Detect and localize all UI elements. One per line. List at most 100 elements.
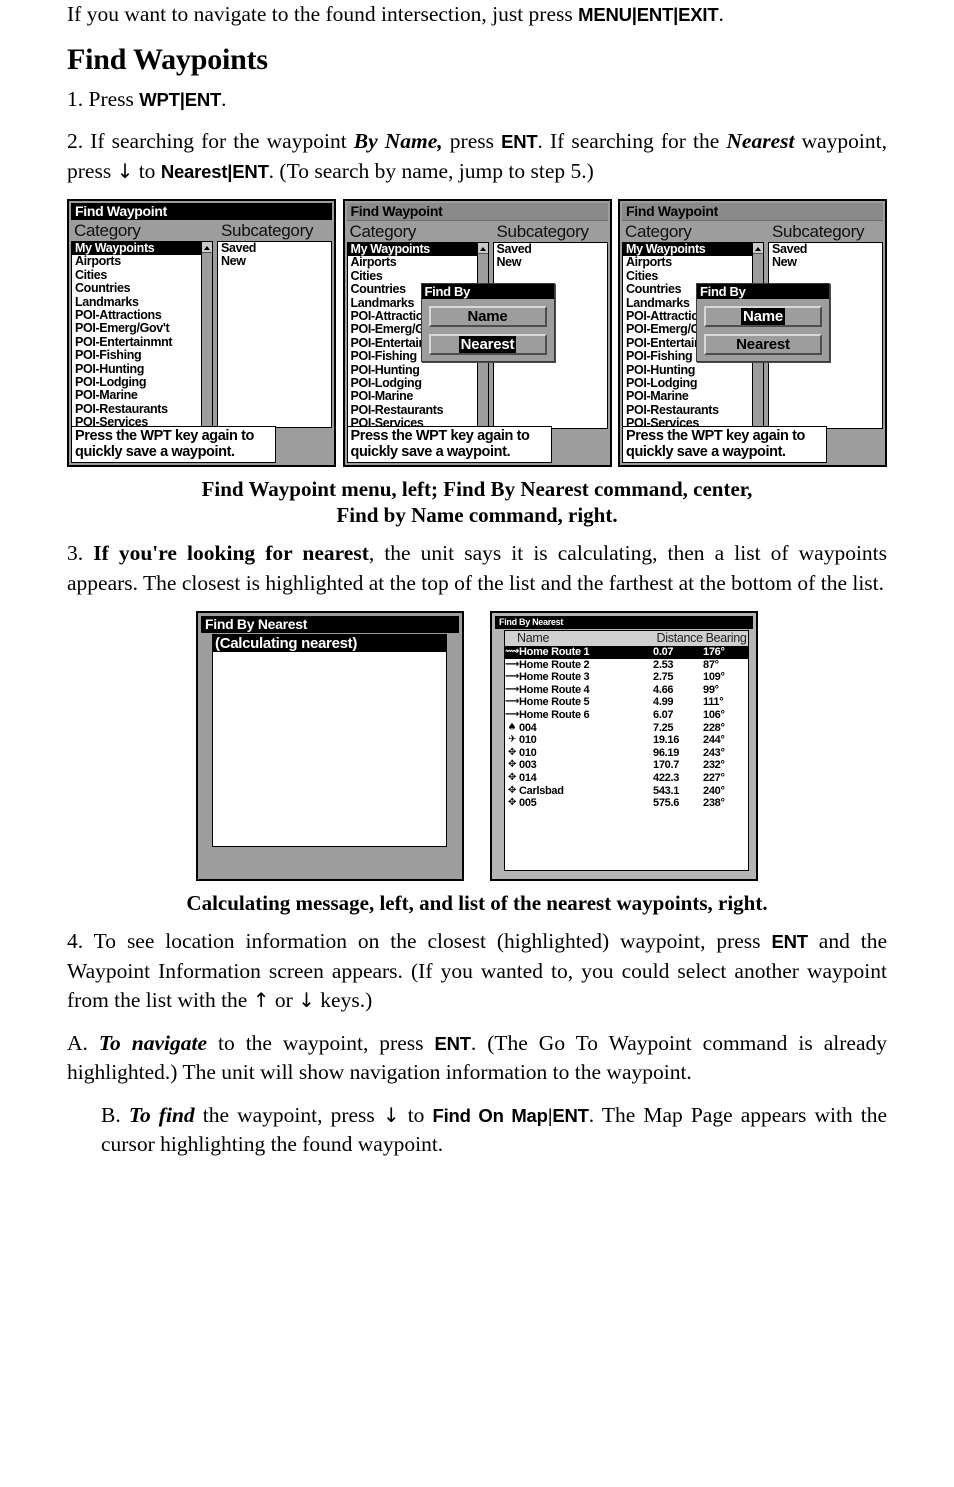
route-icon: ⟶ <box>504 696 520 708</box>
category-item[interactable]: Cities <box>623 269 763 283</box>
waypoint-distance: 422.3 <box>653 771 680 784</box>
category-item[interactable]: POI-Marine <box>623 390 763 404</box>
category-item[interactable]: POI-Marine <box>72 389 212 403</box>
table-row[interactable]: ⟶ Home Route 3 2.75 109° <box>505 671 748 684</box>
category-item[interactable]: POI-Marine <box>348 390 488 404</box>
route-icon: ⟶ <box>504 671 520 683</box>
step-3-number: 3. <box>67 541 94 565</box>
category-item[interactable]: POI-Emerg/Gov't <box>72 322 212 336</box>
category-item[interactable]: POI-Hunting <box>348 363 488 377</box>
tip-box: Press the WPT key again to quickly save … <box>71 426 276 463</box>
subcategory-items: Saved New <box>769 243 882 270</box>
table-row[interactable]: ✥ 005 575.6 238° <box>505 797 748 810</box>
table-row[interactable]: ♠ 004 7.25 228° <box>505 722 748 735</box>
key-ent: ENT <box>552 1104 589 1126</box>
category-item[interactable]: POI-Hunting <box>623 363 763 377</box>
waypoint-name: 003 <box>519 759 537 772</box>
category-item[interactable]: POI-Restaurants <box>348 403 488 417</box>
calculating-message: (Calculating nearest) <box>213 635 446 652</box>
route-icon: ⟶ <box>504 658 520 670</box>
category-item[interactable]: Cities <box>72 268 212 282</box>
find-by-name-button[interactable]: Name <box>704 306 822 327</box>
find-by-name-button[interactable]: Name <box>428 306 547 327</box>
key-combo-menu-ent-exit: MENU|ENT|EXIT <box>578 4 719 25</box>
intro-text-after: . <box>718 2 724 26</box>
list-panes: My Waypoints Airports Cities Countries L… <box>71 241 332 428</box>
gps-screenshot-find-by-name: Find Waypoint Category Subcategory My Wa… <box>618 199 887 467</box>
waypoint-name: Home Route 3 <box>519 671 590 684</box>
category-item[interactable]: Cities <box>348 269 488 283</box>
emphasis-to-navigate: To navigate <box>98 1030 208 1055</box>
down-arrow-icon: ↓ <box>382 1102 400 1127</box>
step-1-suffix: . <box>221 86 227 111</box>
subcategory-items: Saved New <box>494 243 607 270</box>
category-item[interactable]: POI-Lodging <box>72 375 212 389</box>
step-1-prefix: 1. Press <box>67 86 140 111</box>
waypoint-distance: 4.66 <box>653 683 674 696</box>
step-4-text-4: keys.) <box>314 988 373 1012</box>
table-row[interactable]: ⟿ Home Route 1 0.07 176° <box>505 646 748 659</box>
category-item-selected[interactable]: My Waypoints <box>347 243 488 257</box>
table-row[interactable]: ⟶ Home Route 6 6.07 106° <box>505 709 748 722</box>
category-scrollbar[interactable] <box>201 242 212 427</box>
subcategory-item[interactable]: New <box>769 255 882 269</box>
tip-line-2: quickly save a waypoint. <box>350 444 511 460</box>
waypoint-bearing: 99° <box>703 683 719 696</box>
nearest-list-headers: Name Distance Bearing <box>505 631 748 646</box>
category-item[interactable]: Landmarks <box>72 295 212 309</box>
category-item[interactable]: POI-Lodging <box>348 376 488 390</box>
category-item[interactable]: Airports <box>72 254 212 268</box>
key-ent: ENT <box>434 1032 471 1054</box>
subcategory-items: Saved New <box>218 242 331 269</box>
subcategory-item[interactable]: Saved <box>218 242 331 255</box>
category-item[interactable]: POI-Fishing <box>72 348 212 362</box>
waypoint-name: 005 <box>519 797 537 810</box>
category-item[interactable]: Airports <box>623 255 763 269</box>
table-row[interactable]: ✈ 010 19.16 244° <box>505 734 748 747</box>
category-item[interactable]: Airports <box>348 255 488 269</box>
find-by-dialog: Find By Name Nearest <box>696 283 830 362</box>
category-item[interactable]: POI-Attractions <box>72 308 212 322</box>
emphasis-nearest: Nearest <box>726 129 795 153</box>
subcategory-item[interactable]: New <box>218 254 331 268</box>
category-item[interactable]: POI-Restaurants <box>623 403 763 417</box>
category-list[interactable]: My Waypoints Airports Cities Countries L… <box>71 241 213 428</box>
category-item[interactable]: POI-Lodging <box>623 376 763 390</box>
step-a-text-1: to the waypoint, press <box>207 1030 435 1055</box>
scroll-up-arrow-icon[interactable] <box>753 243 763 254</box>
find-by-nearest-button[interactable]: Nearest <box>704 334 822 355</box>
category-item[interactable]: POI-Restaurants <box>72 402 212 416</box>
waypoint-icon: ✥ <box>507 797 517 809</box>
key-ent: ENT <box>771 931 808 952</box>
subcategory-list[interactable]: Saved New <box>217 241 332 428</box>
table-row[interactable]: ✥ 003 170.7 232° <box>505 759 748 772</box>
waypoint-bearing: 240° <box>703 784 725 797</box>
table-row[interactable]: ⟶ Home Route 4 4.66 99° <box>505 684 748 697</box>
table-row[interactable]: ✥ Carlsbad 543.1 240° <box>505 785 748 798</box>
dialog-title: Find By <box>421 284 554 299</box>
scroll-up-arrow-icon[interactable] <box>477 243 488 254</box>
document-page: If you want to navigate to the found int… <box>67 0 887 1173</box>
column-headers: Category Subcategory <box>347 221 608 242</box>
tip-line-2: quickly save a waypoint. <box>75 444 235 460</box>
find-by-nearest-button[interactable]: Nearest <box>428 334 547 355</box>
waypoint-bearing: 238° <box>703 797 725 810</box>
column-header-subcategory: Subcategory <box>496 221 589 241</box>
subcategory-item[interactable]: Saved <box>494 243 607 256</box>
scroll-up-arrow-icon[interactable] <box>202 242 212 253</box>
category-item[interactable]: POI-Hunting <box>72 362 212 376</box>
table-row[interactable]: ⟶ Home Route 5 4.99 111° <box>505 696 748 709</box>
table-row[interactable]: ⟶ Home Route 2 2.53 87° <box>505 659 748 672</box>
category-item-selected[interactable]: My Waypoints <box>72 242 212 256</box>
step-2-text-6: . (To search by name, jump to step 5.) <box>268 158 594 183</box>
table-row[interactable]: ✥ 010 96.19 243° <box>505 747 748 760</box>
step-b-paragraph: B. To find the waypoint, press ↓ to Find… <box>101 1101 887 1160</box>
category-item-selected[interactable]: My Waypoints <box>623 243 763 257</box>
column-headers: Category Subcategory <box>622 221 883 242</box>
subcategory-item[interactable]: New <box>494 255 607 269</box>
waypoint-name: Home Route 2 <box>519 658 590 671</box>
category-item[interactable]: Countries <box>72 281 212 295</box>
category-item[interactable]: POI-Entertainmnt <box>72 335 212 349</box>
subcategory-item[interactable]: Saved <box>769 243 882 256</box>
table-row[interactable]: ✥ 014 422.3 227° <box>505 772 748 785</box>
